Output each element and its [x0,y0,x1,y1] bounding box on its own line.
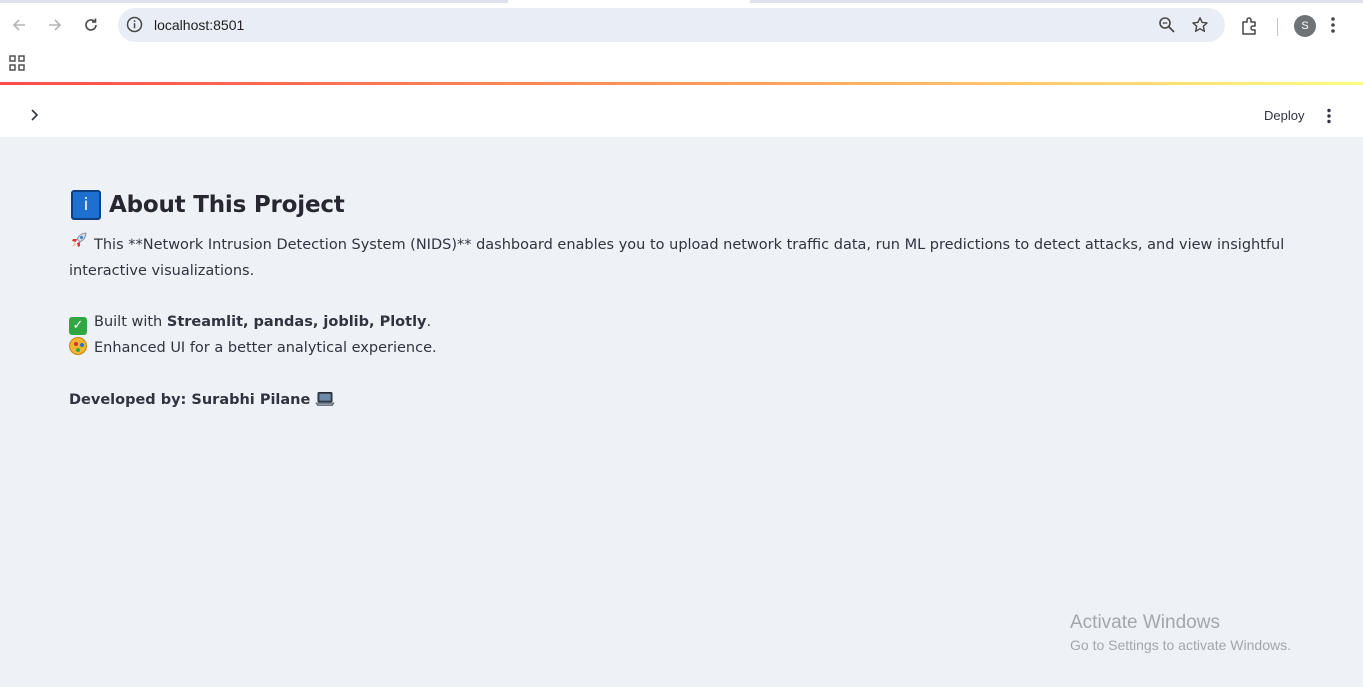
windows-activation-watermark: Activate Windows Go to Settings to activ… [1070,612,1291,653]
built-with-prefix: Built with [94,314,167,330]
developer-text: Developed by: Surabhi Pilane [69,392,311,408]
app-menu-icon[interactable] [1322,107,1336,130]
app-header: Deploy [0,85,1363,137]
site-info-icon[interactable] [126,16,143,38]
zoom-icon[interactable] [1158,16,1176,39]
extensions-icon[interactable] [1240,16,1260,41]
forward-icon[interactable] [43,13,67,37]
laptop-icon [315,390,336,416]
rocket-icon [69,231,88,258]
url-text[interactable]: localhost:8501 [154,17,244,33]
profile-avatar[interactable]: S [1294,15,1316,37]
built-with-line: ✓ Built with Streamlit, pandas, joblib, P… [69,309,1289,335]
developer-credit: Developed by: Surabhi Pilane [69,387,1289,416]
page-title: About This Project [109,192,345,218]
browser-toolbar: localhost:8501 S [0,3,1363,48]
built-with-suffix: . [426,314,432,330]
address-bar[interactable]: localhost:8501 [118,8,1225,42]
page-title-row: i About This Project [69,189,1289,221]
watermark-title: Activate Windows [1070,612,1220,633]
project-description: This **Network Intrusion Detection Syste… [69,231,1289,284]
deploy-button[interactable]: Deploy [1264,108,1304,123]
enhanced-ui-line: Enhanced UI for a better analytical expe… [69,335,1289,361]
artist-palette-icon [69,337,87,355]
main-content: i About This Project This **Network Intr… [0,137,1363,687]
bookmarks-bar [0,48,1363,82]
expand-sidebar-chevron-icon[interactable] [25,106,43,129]
check-mark-icon: ✓ [69,317,87,335]
browser-menu-icon[interactable] [1330,15,1336,40]
bookmark-star-icon[interactable] [1191,16,1209,39]
enhanced-ui-text: Enhanced UI for a better analytical expe… [94,340,437,356]
toolbar-divider [1277,18,1278,36]
watermark-subtitle: Go to Settings to activate Windows. [1070,637,1291,653]
built-with-tools: Streamlit, pandas, joblib, Plotly [166,314,427,330]
information-icon: i [71,190,101,220]
description-text: This **Network Intrusion Detection Syste… [69,237,1285,279]
back-icon[interactable] [7,13,31,37]
apps-grid-icon[interactable] [9,55,25,76]
reload-icon[interactable] [79,13,103,37]
